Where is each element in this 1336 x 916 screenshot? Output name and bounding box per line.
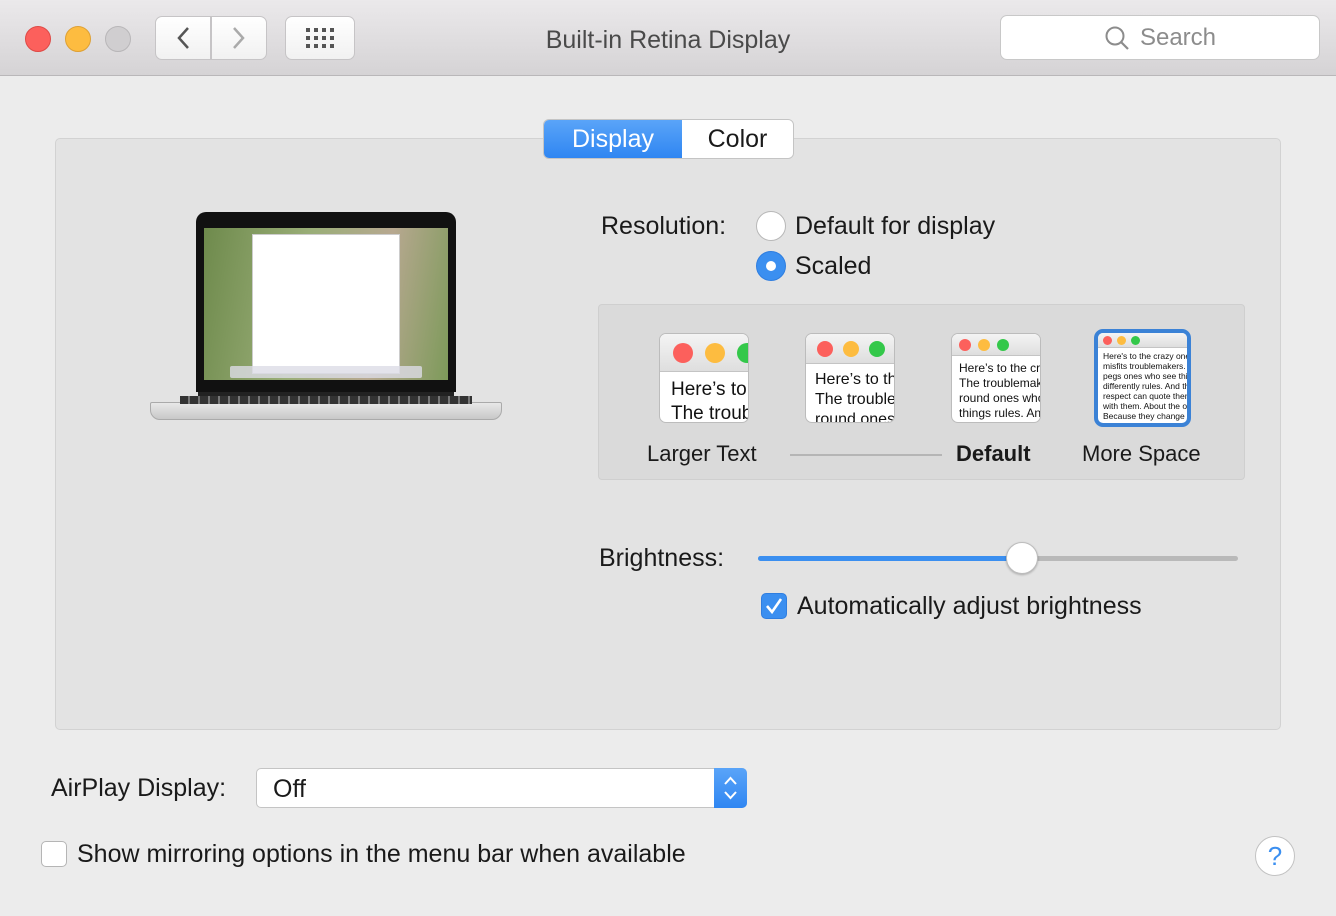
updown-chevron-icon [714,768,747,808]
auto-brightness-label[interactable]: Automatically adjust brightness [797,592,1142,621]
scale-option-larger-text[interactable]: Here’s to the crazy ones. The troublemak… [659,333,749,423]
laptop-image [150,212,502,427]
tab-bar: Display Color [543,119,794,159]
resolution-label: Resolution: [601,212,727,240]
default-for-display-label[interactable]: Default for display [795,212,995,241]
title-bar: Built-in Retina Display Search [0,0,1336,76]
tab-color[interactable]: Color [682,120,793,158]
tab-display[interactable]: Display [544,120,682,158]
airplay-label: AirPlay Display: [51,774,227,802]
brightness-label: Brightness: [599,544,725,572]
airplay-select[interactable]: Off [256,768,747,808]
radio-scaled[interactable] [756,251,786,281]
mirroring-checkbox[interactable] [41,841,67,867]
brightness-knob[interactable] [1006,542,1038,574]
scale-divider [790,454,942,456]
scaled-label[interactable]: Scaled [795,252,871,281]
larger-text-label: Larger Text [647,441,757,466]
default-label: Default [956,441,1031,466]
brightness-slider[interactable] [758,542,1238,574]
scale-option-2[interactable]: Here’s to the crazy ones. The troublemak… [805,333,895,423]
scale-option-more-space[interactable]: Here's to the crazy ones. The misfits tr… [1094,329,1191,427]
checkmark-icon [766,598,783,615]
scale-option-default[interactable]: Here’s to the crazy ones. The troublemak… [951,333,1041,423]
brightness-fill [758,556,1022,561]
airplay-value: Off [273,775,306,803]
mirroring-label[interactable]: Show mirroring options in the menu bar w… [77,840,686,869]
more-space-label: More Space [1082,441,1201,466]
search-field[interactable]: Search [1000,15,1320,60]
auto-brightness-checkbox[interactable] [761,593,787,619]
search-placeholder: Search [1139,23,1217,51]
help-button[interactable]: ? [1255,836,1295,876]
search-icon [1105,26,1129,50]
radio-default-for-display[interactable] [756,211,786,241]
